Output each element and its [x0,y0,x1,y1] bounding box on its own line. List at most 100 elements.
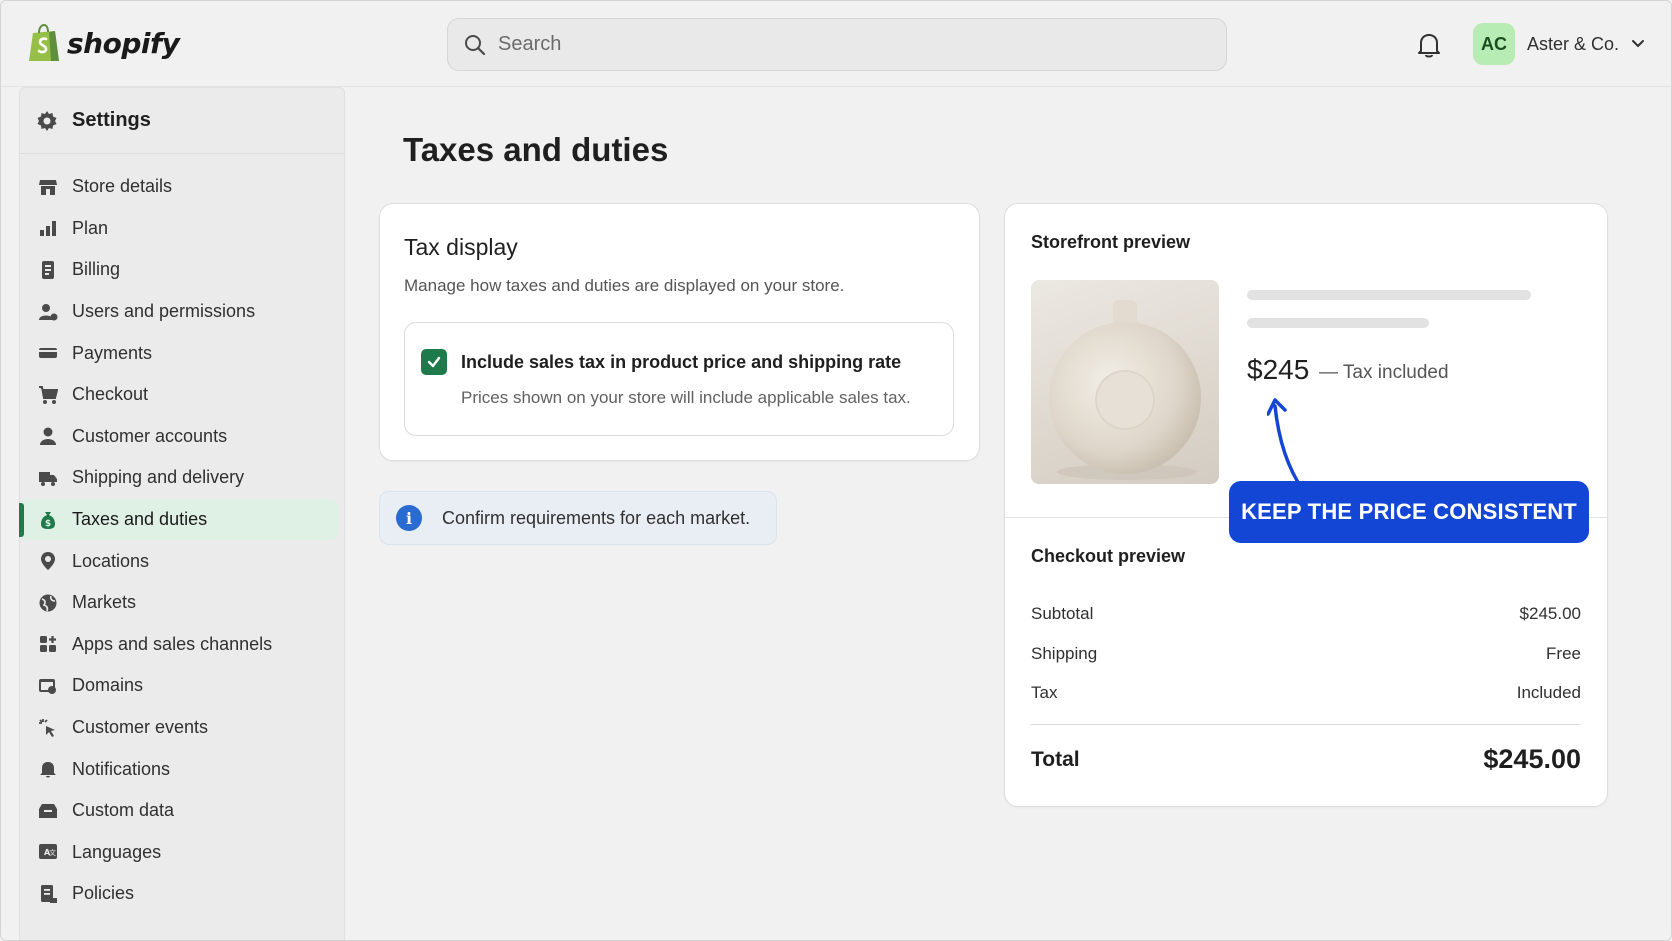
sidebar-item-plan[interactable]: Plan [20,208,338,250]
settings-sidebar: Settings Store details Plan Billing User… [19,87,345,940]
sidebar-item-label: Checkout [72,384,149,405]
tax-display-heading: Tax display [404,234,518,260]
total-row: Total $245.00 [1031,744,1581,775]
tax-value: Included [1516,683,1581,702]
billing-icon [38,260,58,280]
sidebar-item-markets[interactable]: Markets [20,582,338,624]
store-icon [38,177,58,197]
sidebar-item-customer-accounts[interactable]: Customer accounts [20,416,338,458]
cart-icon [38,385,58,405]
avatar: AC [1473,23,1515,65]
sidebar-header: Settings [20,88,344,154]
truck-icon [38,468,58,488]
shopping-bag-icon [29,23,59,61]
tax-icon: $ [38,510,58,530]
logo-wordmark: shopify [67,26,180,60]
sidebar-item-custom-data[interactable]: Custom data [20,790,338,832]
callout-arrow-icon [1267,398,1305,492]
donut-vase-illustration [1049,300,1201,480]
users-icon [38,302,58,322]
top-bar: shopify AC Aster & Co. [1,1,1671,87]
total-label: Total [1031,747,1080,771]
sidebar-item-label: Customer accounts [72,425,228,446]
cursor-click-icon [38,718,58,738]
page-title: Taxes and duties [403,131,669,168]
sidebar-item-taxes-and-duties[interactable]: $ Taxes and duties [19,498,338,541]
sidebar-item-locations[interactable]: Locations [20,540,338,582]
location-icon [38,551,58,571]
app-window: shopify AC Aster & Co. [0,0,1672,941]
preview-card: Storefront preview $245 — Tax included K… [1004,203,1608,807]
policy-icon [38,884,58,904]
sidebar-item-label: Markets [72,592,137,613]
plan-icon [38,218,58,238]
sidebar-item-label: Domains [72,675,144,696]
data-icon [38,801,58,821]
sidebar-item-label: Customer events [72,717,209,738]
shipping-label: Shipping [1031,644,1098,663]
subtotal-label: Subtotal [1031,604,1094,623]
product-image [1031,280,1219,484]
svg-text:文: 文 [49,848,56,857]
tax-label: Tax [1031,683,1058,702]
account-menu[interactable]: AC Aster & Co. [1473,23,1645,65]
sidebar-item-label: Notifications [72,758,171,779]
checkout-preview-title: Checkout preview [1031,546,1186,566]
include-tax-help-text: Prices shown on your store will include … [461,388,911,407]
search-bar[interactable] [447,18,1227,71]
storefront-price: $245 [1247,354,1310,385]
bell-icon [38,759,58,779]
title-placeholder-line [1247,290,1531,300]
chevron-down-icon [1632,40,1645,48]
gear-icon [37,110,57,131]
sidebar-item-policies[interactable]: Policies [20,873,338,915]
subtitle-placeholder-line [1247,318,1429,328]
total-value: $245.00 [1483,744,1581,774]
sidebar-item-label: Users and permissions [72,301,256,322]
checkmark-icon [427,356,441,368]
info-banner: i Confirm requirements for each market. [379,491,777,545]
language-icon: A文 [38,842,58,862]
include-tax-checkbox[interactable] [421,349,447,375]
sidebar-item-users[interactable]: Users and permissions [20,291,338,333]
sidebar-item-label: Store details [72,176,173,197]
sidebar-item-label: Shipping and delivery [72,467,245,488]
sidebar-item-domains[interactable]: Domains [20,665,338,707]
total-divider [1031,724,1581,725]
include-tax-option: Include sales tax in product price and s… [404,322,954,436]
storefront-preview-title: Storefront preview [1031,232,1191,252]
sidebar-item-checkout[interactable]: Checkout [20,374,338,416]
subtotal-value: $245.00 [1519,604,1581,623]
sidebar-item-payments[interactable]: Payments [20,332,338,374]
sidebar-item-label: Custom data [72,800,175,821]
info-icon: i [396,505,422,531]
include-tax-label[interactable]: Include sales tax in product price and s… [461,352,901,373]
shipping-row: Shipping Free [1031,644,1581,664]
tax-display-card: Tax display Manage how taxes and duties … [379,203,980,461]
notifications-bell-icon[interactable] [1416,31,1442,59]
sidebar-item-apps[interactable]: Apps and sales channels [20,624,338,666]
globe-icon [38,593,58,613]
search-input[interactable] [498,33,1198,56]
sidebar-item-languages[interactable]: A文 Languages [20,832,338,874]
sidebar-item-label: Billing [72,259,121,280]
tax-row: Tax Included [1031,683,1581,703]
info-banner-text: Confirm requirements for each market. [442,507,751,528]
payments-icon [38,343,58,363]
sidebar-item-notifications[interactable]: Notifications [20,748,338,790]
sidebar-title: Settings [72,109,151,131]
sidebar-item-label: Plan [72,217,109,238]
sidebar-item-label: Policies [72,883,135,904]
domains-icon [38,676,58,696]
shopify-logo[interactable]: shopify [27,23,180,63]
sidebar-item-store-details[interactable]: Store details [20,166,338,208]
sidebar-item-customer-events[interactable]: Customer events [20,707,338,749]
settings-nav: Store details Plan Billing Users and per… [19,154,344,915]
shipping-value: Free [1546,644,1581,663]
sidebar-item-label: Languages [72,841,162,862]
tax-included-note: — Tax included [1319,362,1449,383]
sidebar-item-shipping[interactable]: Shipping and delivery [20,457,338,499]
subtotal-row: Subtotal $245.00 [1031,604,1581,624]
sidebar-item-label: Apps and sales channels [72,633,273,654]
sidebar-item-billing[interactable]: Billing [20,249,338,291]
